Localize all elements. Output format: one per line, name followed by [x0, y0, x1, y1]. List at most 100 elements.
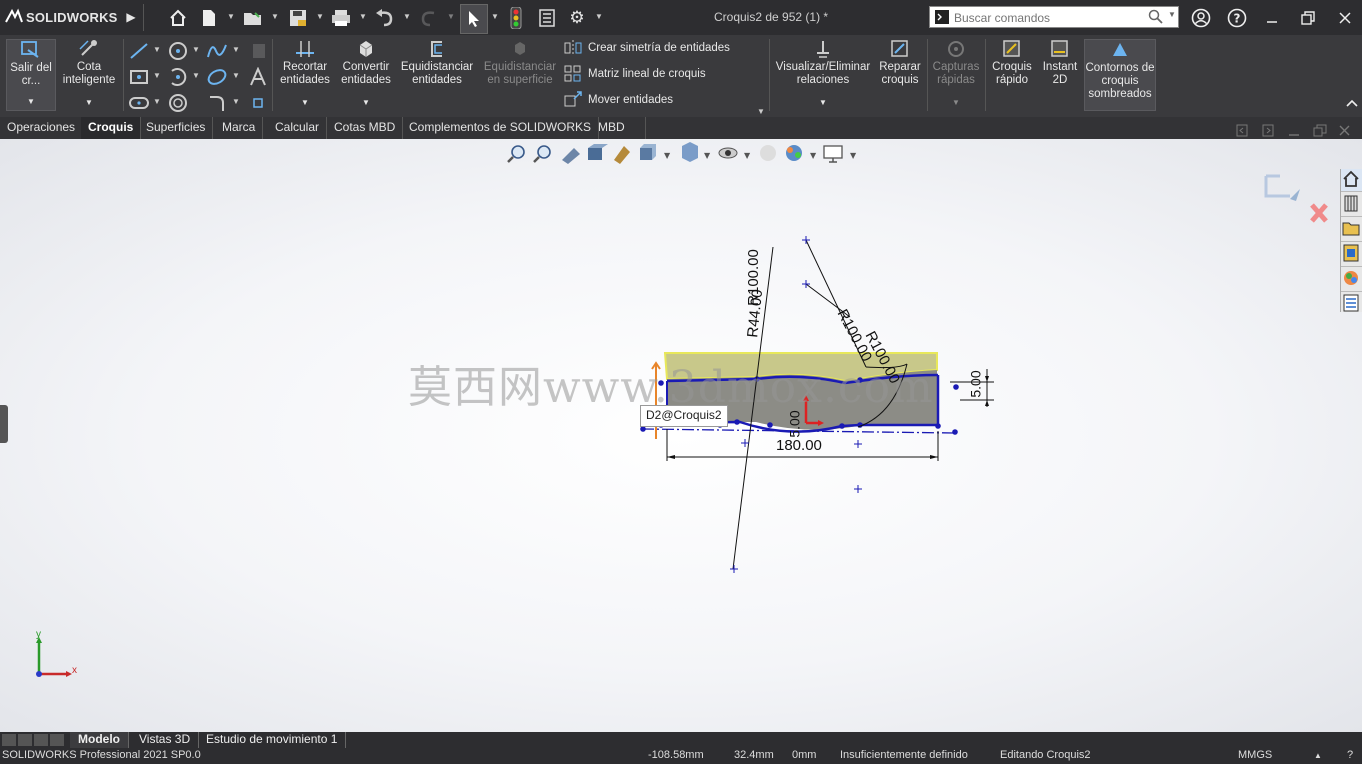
- ellipse-tool-icon[interactable]: [206, 67, 228, 87]
- offset-entities-button[interactable]: Equidistanciar entidades: [398, 39, 476, 111]
- smart-dimension-icon: [79, 40, 97, 56]
- customize-status-icon[interactable]: ?: [1347, 749, 1353, 761]
- rapid-sketch-label: Croquis rápido: [992, 61, 1032, 86]
- search-input[interactable]: [952, 8, 1146, 28]
- convert-label: Convertir entidades: [341, 61, 391, 86]
- status-z-coordinate: 0mm: [792, 749, 817, 761]
- search-commands-box[interactable]: ▼: [929, 6, 1179, 28]
- save-icon[interactable]: [288, 8, 308, 28]
- tab-croquis[interactable]: Croquis: [81, 117, 142, 139]
- user-account-icon[interactable]: [1190, 7, 1212, 29]
- last-tab-icon[interactable]: [50, 734, 64, 746]
- quick-snaps-button: Capturas rápidas ▼: [930, 39, 982, 111]
- offset-label: Equidistanciar entidades: [400, 61, 474, 86]
- line-tool-icon[interactable]: [128, 41, 150, 61]
- sketch-canvas[interactable]: [0, 139, 1362, 732]
- offset-surface-icon: [515, 42, 525, 55]
- tab-superficies[interactable]: Superficies: [139, 117, 214, 139]
- axis-y-label: y: [36, 629, 41, 640]
- print-icon[interactable]: [331, 8, 351, 28]
- dimension-small[interactable]: 5.00: [787, 410, 803, 437]
- convert-entities-button[interactable]: Convertir entidades ▼: [336, 39, 396, 111]
- expand-menu-arrow-icon[interactable]: ▶: [124, 8, 138, 26]
- command-tabs-bar: Operaciones Croquis Superficies Marca Ca…: [0, 117, 1362, 139]
- quick-snaps-icon: [948, 41, 964, 57]
- doc-restore-icon[interactable]: [1313, 124, 1327, 137]
- mirror-entities-button[interactable]: Crear simetría de entidades: [564, 39, 730, 57]
- doc-close-icon[interactable]: [1339, 125, 1350, 136]
- tab-scroll-arrows[interactable]: [2, 734, 66, 746]
- dimension-height[interactable]: 5.00: [968, 370, 984, 397]
- rectangle-tool-icon[interactable]: [128, 67, 150, 87]
- tab-calcular[interactable]: Calcular: [268, 117, 328, 139]
- tab-modelo[interactable]: Modelo: [70, 732, 129, 748]
- close-window-icon[interactable]: [1335, 8, 1355, 28]
- instant-2d-button[interactable]: Instant 2D: [1038, 39, 1082, 111]
- spline-tool-icon[interactable]: [206, 41, 228, 61]
- tab-mbd[interactable]: MBD: [591, 117, 646, 139]
- options-gear-icon[interactable]: ⚙: [567, 8, 587, 28]
- doc-tile-left-icon[interactable]: [1236, 124, 1248, 137]
- mirror-label: Crear simetría de entidades: [588, 42, 730, 54]
- repair-sketch-button[interactable]: Reparar croquis: [876, 39, 924, 111]
- prev-tab-icon[interactable]: [18, 734, 32, 746]
- repair-sketch-label: Reparar croquis: [879, 61, 921, 86]
- next-tab-icon[interactable]: [34, 734, 48, 746]
- surface-sketch-icon: [250, 41, 268, 61]
- search-dropdown-icon[interactable]: ▼: [1168, 10, 1176, 19]
- shaded-sketch-contours-button[interactable]: Contornos de croquis sombreados: [1084, 39, 1156, 111]
- first-tab-icon[interactable]: [2, 734, 16, 746]
- plane-tool-icon[interactable]: [250, 93, 266, 113]
- open-document-icon[interactable]: [243, 8, 263, 28]
- arc-tool-icon[interactable]: [167, 67, 189, 87]
- command-manager-ribbon: Salir del cr... ▼ Cota inteligente ▼ ▼ ▼…: [0, 35, 1362, 142]
- status-units[interactable]: MMGS: [1238, 749, 1272, 761]
- home-icon[interactable]: [168, 8, 188, 28]
- display-relations-button[interactable]: Visualizar/Eliminar relaciones ▼: [772, 39, 874, 111]
- rebuild-traffic-light-icon[interactable]: [508, 7, 524, 29]
- smart-dimension-button[interactable]: Cota inteligente ▼: [58, 39, 120, 111]
- trim-entities-button[interactable]: Recortar entidades ▼: [276, 39, 334, 111]
- text-tool-icon[interactable]: [248, 67, 268, 87]
- document-title: Croquis2 de 952 (1) *: [714, 10, 829, 24]
- status-bar: SOLIDWORKS Professional 2021 SP0.0 -108.…: [0, 748, 1362, 764]
- tab-cotas-mbd[interactable]: Cotas MBD: [327, 117, 404, 139]
- instant-2d-label: Instant 2D: [1042, 61, 1078, 86]
- tab-estudio-movimiento[interactable]: Estudio de movimiento 1: [198, 732, 347, 748]
- display-relations-label: Visualizar/Eliminar relaciones: [775, 61, 871, 86]
- circle-tool-icon[interactable]: [167, 41, 189, 61]
- graphics-area[interactable]: ▼ ▼ ▼ ▼ ▼ 莫西网www.3dmox.com R100.00 R44.0…: [0, 139, 1362, 732]
- select-cursor-icon[interactable]: [460, 4, 488, 34]
- undo-icon[interactable]: [375, 8, 395, 28]
- solidworks-logo[interactable]: SOLIDWORKS: [4, 6, 118, 28]
- minimize-window-icon[interactable]: [1262, 8, 1282, 28]
- move-entities-button[interactable]: Mover entidades: [564, 91, 673, 109]
- polygon-tool-icon[interactable]: [167, 93, 189, 113]
- offset-icon: [431, 41, 442, 57]
- tab-operaciones[interactable]: Operaciones: [0, 117, 84, 139]
- collapse-ribbon-icon[interactable]: [1344, 95, 1360, 111]
- search-icon[interactable]: [1148, 9, 1164, 25]
- units-menu-icon[interactable]: ▲: [1314, 751, 1322, 760]
- exit-sketch-button[interactable]: Salir del cr... ▼: [6, 39, 56, 111]
- convert-icon: [359, 41, 373, 57]
- redo-icon: [419, 8, 439, 28]
- tab-complementos[interactable]: Complementos de SOLIDWORKS: [402, 117, 600, 139]
- restore-window-icon[interactable]: [1298, 8, 1318, 28]
- trim-label: Recortar entidades: [280, 61, 330, 86]
- fillet-tool-icon[interactable]: [206, 93, 228, 113]
- instant-2d-icon: [1051, 40, 1068, 57]
- ds-logo-icon: [5, 8, 23, 23]
- linear-pattern-button[interactable]: Matriz lineal de croquis: [564, 65, 706, 83]
- doc-tile-right-icon[interactable]: [1262, 124, 1274, 137]
- move-icon: [564, 91, 582, 107]
- rapid-sketch-button[interactable]: Croquis rápido: [988, 39, 1036, 111]
- dimension-width[interactable]: 180.00: [776, 437, 822, 454]
- new-document-icon[interactable]: [200, 8, 218, 28]
- file-properties-icon[interactable]: [537, 8, 557, 28]
- tab-vistas-3d[interactable]: Vistas 3D: [131, 732, 200, 748]
- smart-dimension-label: Cota inteligente: [62, 61, 116, 86]
- slot-tool-icon[interactable]: [128, 93, 150, 113]
- tab-marca[interactable]: Marca: [215, 117, 264, 139]
- help-icon[interactable]: ?: [1226, 7, 1248, 29]
